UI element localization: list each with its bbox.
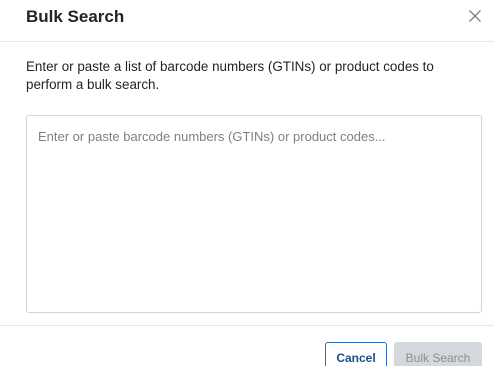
bulk-search-button[interactable]: Bulk Search (394, 342, 482, 366)
dialog-header: Bulk Search (0, 0, 494, 42)
cancel-button[interactable]: Cancel (325, 342, 387, 366)
bulk-search-dialog: Bulk Search Enter or paste a list of bar… (0, 0, 494, 366)
instructions-text: Enter or paste a list of barcode numbers… (26, 59, 434, 92)
dialog-title: Bulk Search (26, 7, 125, 26)
dialog-footer: Cancel Bulk Search (0, 325, 494, 366)
dialog-body: Enter or paste a list of barcode numbers… (0, 42, 494, 325)
barcode-input[interactable] (26, 115, 482, 313)
close-button[interactable] (466, 7, 484, 25)
close-icon (466, 7, 484, 25)
